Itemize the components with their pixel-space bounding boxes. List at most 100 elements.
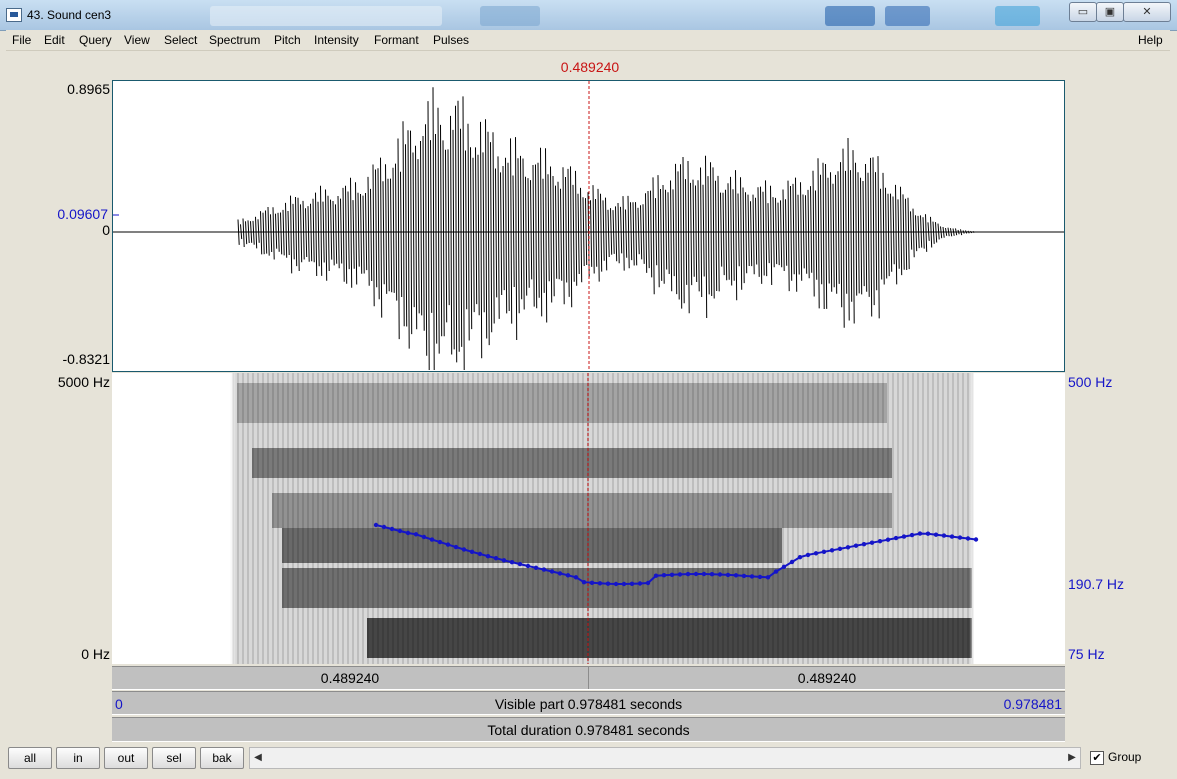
menu-pulses[interactable]: Pulses [433, 33, 469, 47]
segment-bar[interactable]: 0.489240 0.489240 [112, 666, 1065, 690]
pitch-point [869, 540, 875, 545]
pitch-point [677, 572, 683, 577]
pitch-point [933, 532, 939, 537]
minimize-button[interactable]: ▭ [1069, 2, 1097, 22]
close-button[interactable]: ✕ [1123, 2, 1171, 22]
pitch-point [589, 580, 595, 585]
visible-part-bar[interactable]: 0 Visible part 0.978481 seconds 0.978481 [112, 691, 1065, 715]
pitch-point [901, 534, 907, 539]
pitch-point [461, 547, 467, 552]
pitch-point [773, 569, 779, 574]
pitch-point [629, 581, 635, 586]
menu-formant[interactable]: Formant [374, 33, 419, 47]
pitch-point [709, 572, 715, 577]
pitch-point [965, 536, 971, 541]
background-taskbar-blur [825, 6, 875, 26]
background-taskbar-blur [480, 6, 540, 26]
pitch-point [517, 561, 523, 567]
pitch-point [941, 533, 947, 538]
spectrogram-plot [112, 373, 1065, 664]
pitch-point [853, 543, 859, 548]
pitch-bottom-label: 75 Hz [1068, 646, 1105, 662]
pitch-point [917, 531, 923, 536]
menu-bar: File Edit Query View Select Spectrum Pit… [6, 30, 1170, 51]
pitch-point [405, 530, 411, 536]
waveform-plot [113, 81, 1064, 371]
pitch-point [525, 563, 531, 569]
total-duration-text: Total duration 0.978481 seconds [487, 722, 690, 738]
group-checkbox[interactable]: ✔ [1090, 751, 1104, 765]
pitch-point [685, 571, 691, 577]
pitch-point [645, 580, 651, 586]
menu-query[interactable]: Query [79, 33, 112, 47]
window-title: 43. Sound cen3 [27, 8, 112, 22]
menu-select[interactable]: Select [164, 33, 197, 47]
pitch-point [637, 581, 643, 586]
pitch-point [509, 560, 515, 565]
menu-file[interactable]: File [12, 33, 31, 47]
pitch-point [453, 544, 459, 550]
menu-view[interactable]: View [124, 33, 150, 47]
background-taskbar-blur [885, 6, 930, 26]
pitch-point [821, 549, 827, 554]
pitch-point [501, 558, 507, 563]
waveform-zero-label: 0 [102, 222, 110, 238]
spectrogram-bottom-label: 0 Hz [81, 646, 110, 662]
zoom-all-button[interactable]: all [8, 747, 52, 769]
menu-help[interactable]: Help [1138, 33, 1163, 47]
pitch-point [909, 532, 915, 538]
visible-end: 0.978481 [1003, 696, 1062, 712]
zoom-out-button[interactable]: out [104, 747, 148, 769]
pitch-point [653, 573, 659, 578]
total-duration-bar[interactable]: Total duration 0.978481 seconds [112, 717, 1065, 742]
pitch-point [925, 531, 931, 536]
pitch-point [813, 551, 819, 556]
spectrogram-pane[interactable] [112, 373, 1065, 664]
pitch-point [669, 572, 675, 577]
time-scrollbar[interactable]: ◀ ▶ [249, 747, 1081, 769]
pitch-point [973, 537, 979, 542]
scroll-right-arrow-icon[interactable]: ▶ [1064, 748, 1080, 768]
pitch-point [477, 551, 483, 557]
pitch-point [725, 572, 731, 578]
pitch-point [445, 542, 451, 547]
pitch-point [693, 571, 699, 577]
cursor-time-label: 0.489240 [560, 59, 620, 75]
visible-part-text: Visible part 0.978481 seconds [494, 696, 683, 712]
pitch-point [805, 552, 811, 558]
visible-start: 0 [115, 696, 123, 712]
zoom-selection-button[interactable]: sel [152, 747, 196, 769]
pitch-point [949, 534, 955, 539]
pitch-point [797, 555, 803, 560]
pitch-point [469, 549, 475, 554]
pitch-point [765, 575, 771, 580]
pitch-value-label: 190.7 Hz [1068, 576, 1125, 592]
menu-edit[interactable]: Edit [44, 33, 65, 47]
pitch-point [581, 580, 587, 585]
scroll-left-arrow-icon[interactable]: ◀ [250, 748, 266, 768]
segment-right[interactable]: 0.489240 [589, 667, 1065, 689]
pitch-point [437, 539, 443, 545]
segment-left[interactable]: 0.489240 [112, 667, 589, 689]
background-taskbar-blur [995, 6, 1040, 26]
zoom-back-button[interactable]: bak [200, 747, 244, 769]
pitch-point [557, 571, 563, 576]
waveform-pane[interactable] [112, 80, 1065, 372]
pitch-point [789, 559, 795, 565]
pitch-point [493, 556, 499, 561]
menu-pitch[interactable]: Pitch [274, 33, 301, 47]
pitch-point [957, 535, 963, 540]
waveform-level-label: 0.09607 [57, 206, 108, 222]
pitch-point [861, 542, 867, 547]
menu-intensity[interactable]: Intensity [314, 33, 359, 47]
pitch-point [413, 532, 419, 537]
menu-spectrum[interactable]: Spectrum [209, 33, 260, 47]
pitch-point [421, 534, 427, 540]
pitch-point [621, 581, 627, 587]
pitch-point [837, 546, 843, 551]
pitch-point [733, 573, 739, 578]
maximize-button[interactable]: ▣ [1096, 2, 1124, 22]
pitch-point [717, 572, 723, 577]
zoom-in-button[interactable]: in [56, 747, 100, 769]
pitch-point [877, 539, 883, 544]
